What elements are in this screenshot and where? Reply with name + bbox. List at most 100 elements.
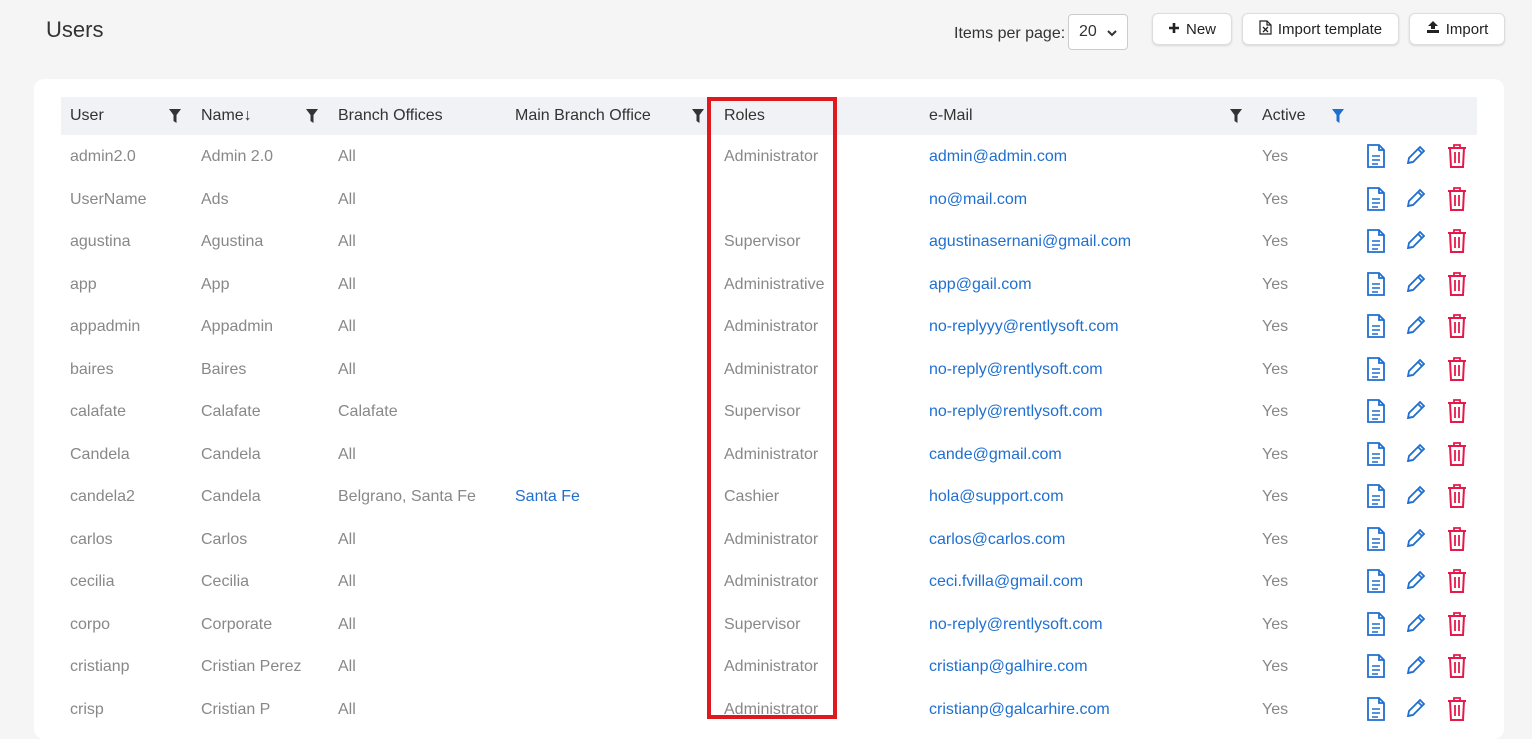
trash-icon[interactable] (1447, 229, 1467, 258)
role-cell: Administrator (724, 573, 819, 590)
column-header-user[interactable]: User (70, 97, 104, 135)
filter-icon[interactable] (169, 109, 181, 128)
document-icon[interactable] (1366, 484, 1386, 513)
filter-icon[interactable] (1230, 109, 1242, 128)
items-per-page-select[interactable]: 20 (1068, 14, 1128, 50)
column-header-branch-offices[interactable]: Branch Offices (338, 97, 443, 135)
import-button[interactable]: Import (1409, 13, 1505, 45)
role-cell: Administrator (724, 360, 819, 378)
user-cell: crisp (70, 700, 104, 718)
document-icon[interactable] (1366, 356, 1386, 386)
import-template-button[interactable]: Import template (1242, 13, 1399, 45)
trash-icon[interactable] (1447, 144, 1467, 173)
column-header-roles[interactable]: Roles (724, 97, 765, 135)
document-icon[interactable] (1366, 654, 1386, 683)
column-header-main-branch-office[interactable]: Main Branch Office (515, 97, 651, 135)
active-filter-icon[interactable] (1332, 109, 1344, 128)
new-button[interactable]: New (1152, 13, 1232, 45)
pencil-icon[interactable] (1405, 569, 1427, 596)
email-cell[interactable]: agustinasernani@gmail.com (929, 221, 1131, 263)
pencil-icon[interactable] (1405, 484, 1427, 511)
email-cell[interactable]: no-reply@rentlysoft.com (929, 349, 1103, 391)
column-header-active[interactable]: Active (1262, 97, 1306, 135)
column-header-name[interactable]: Name↓ (201, 97, 252, 135)
email-cell[interactable]: no-reply@rentlysoft.com (929, 604, 1103, 646)
pencil-icon[interactable] (1405, 187, 1427, 214)
trash-icon[interactable] (1447, 441, 1467, 471)
trash-icon[interactable] (1447, 314, 1467, 343)
pencil-icon[interactable] (1405, 654, 1427, 681)
main-branch-office-cell[interactable]: Santa Fe (515, 476, 580, 518)
trash-icon[interactable] (1447, 484, 1467, 513)
filter-icon[interactable] (692, 109, 704, 128)
pencil-icon[interactable] (1405, 229, 1427, 256)
name-cell: App (201, 275, 230, 293)
filter-icon[interactable] (306, 109, 318, 128)
name-cell: Calafate (201, 403, 261, 420)
document-icon[interactable] (1366, 229, 1386, 258)
email-cell[interactable]: cristianp@galhire.com (929, 646, 1088, 688)
trash-icon[interactable] (1447, 399, 1467, 428)
document-icon[interactable] (1366, 399, 1386, 428)
document-icon[interactable] (1366, 611, 1386, 641)
email-cell[interactable]: admin@admin.com (929, 136, 1067, 178)
user-cell: cristianp (70, 658, 130, 675)
role-cell: Administrator (724, 148, 819, 165)
pencil-icon[interactable] (1405, 144, 1427, 171)
email-cell[interactable]: carlos@carlos.com (929, 519, 1065, 561)
table-row: appadmin Appadmin All Administrator no-reply… (61, 306, 1477, 348)
role-cell: Administrator (724, 700, 819, 718)
trash-icon[interactable] (1447, 186, 1467, 216)
name-cell: Admin 2.0 (201, 148, 274, 165)
pencil-icon[interactable] (1405, 272, 1427, 299)
active-cell: Yes (1262, 360, 1289, 378)
name-cell: Carlos (201, 530, 248, 548)
trash-icon[interactable] (1447, 611, 1467, 641)
pencil-icon[interactable] (1405, 527, 1427, 554)
branch-offices-cell: All (338, 360, 356, 378)
document-icon[interactable] (1366, 526, 1386, 556)
document-icon[interactable] (1366, 144, 1386, 173)
document-icon[interactable] (1366, 271, 1386, 301)
active-cell: Yes (1262, 700, 1289, 718)
active-cell: Yes (1262, 573, 1289, 590)
pencil-icon[interactable] (1405, 442, 1427, 469)
table-row: admin2.0 Admin 2.0 All Administrator admin@a… (61, 136, 1477, 178)
role-cell: Administrative (724, 275, 825, 293)
pencil-icon[interactable] (1405, 697, 1427, 724)
table-row: app App All Administrative app@gail.com Yes (61, 264, 1477, 306)
email-cell[interactable]: no-reply@rentlysoft.com (929, 391, 1103, 433)
pencil-icon[interactable] (1405, 612, 1427, 639)
pencil-icon[interactable] (1405, 399, 1427, 426)
document-icon[interactable] (1366, 314, 1386, 343)
user-cell: app (70, 275, 97, 293)
trash-icon[interactable] (1447, 654, 1467, 683)
document-icon[interactable] (1366, 441, 1386, 471)
document-icon[interactable] (1366, 569, 1386, 598)
user-cell: baires (70, 360, 114, 378)
table-row: candela2 Candela Belgrano, Santa Fe Santa F… (61, 476, 1477, 518)
email-cell[interactable]: ceci.fvilla@gmail.com (929, 561, 1083, 603)
email-cell[interactable]: no-replyyy@rentlysoft.com (929, 306, 1119, 348)
branch-offices-cell: All (338, 658, 356, 675)
column-header-name-label: Name (201, 107, 244, 124)
trash-icon[interactable] (1447, 526, 1467, 556)
column-header-email[interactable]: e-Mail (929, 97, 973, 135)
email-cell[interactable]: no@mail.com (929, 179, 1027, 221)
role-cell: Administrator (724, 530, 819, 548)
email-cell[interactable]: app@gail.com (929, 264, 1032, 306)
trash-icon[interactable] (1447, 569, 1467, 598)
trash-icon[interactable] (1447, 356, 1467, 386)
document-icon[interactable] (1366, 696, 1386, 726)
email-cell[interactable]: cristianp@galcarhire.com (929, 689, 1110, 731)
pencil-icon[interactable] (1405, 357, 1427, 384)
name-cell: Ads (201, 190, 229, 208)
active-cell: Yes (1262, 445, 1289, 463)
trash-icon[interactable] (1447, 696, 1467, 726)
document-icon[interactable] (1366, 186, 1386, 216)
pencil-icon[interactable] (1405, 314, 1427, 341)
active-cell: Yes (1262, 318, 1289, 335)
email-cell[interactable]: cande@gmail.com (929, 434, 1062, 476)
trash-icon[interactable] (1447, 271, 1467, 301)
email-cell[interactable]: hola@support.com (929, 476, 1064, 518)
